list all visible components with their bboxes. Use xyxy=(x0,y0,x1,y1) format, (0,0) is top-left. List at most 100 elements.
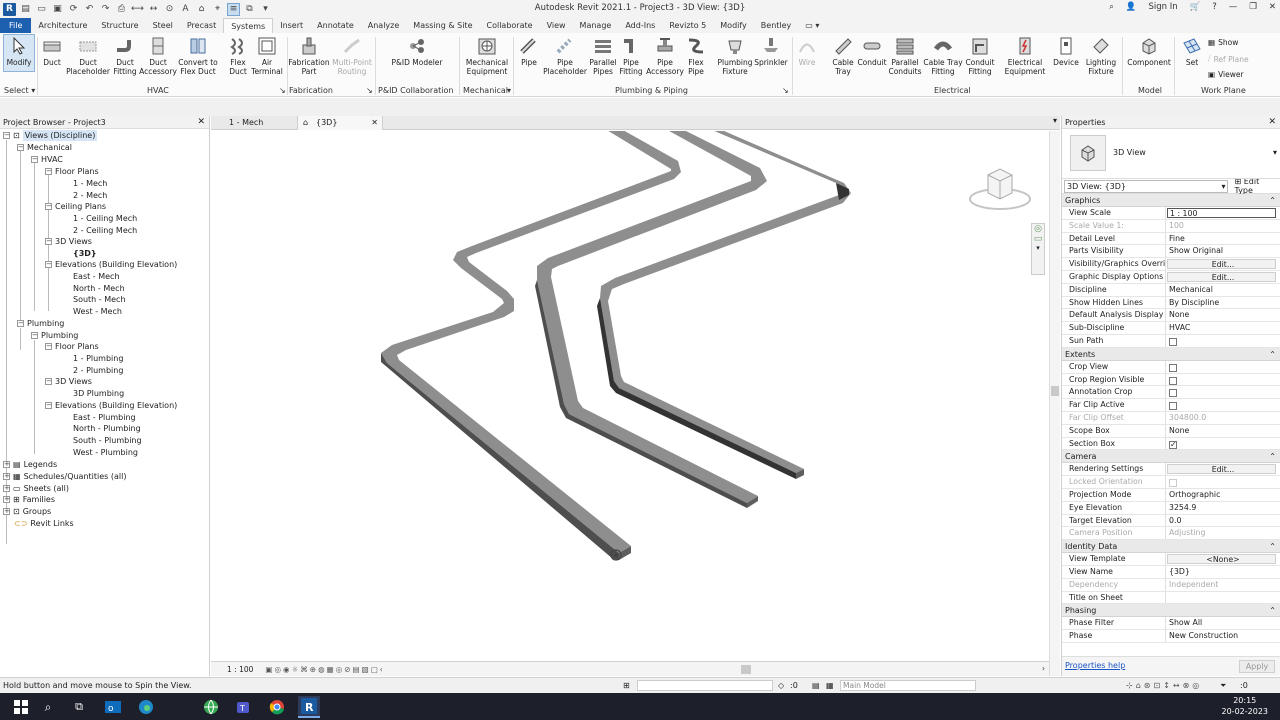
tree-item[interactable]: North - Plumbing xyxy=(73,423,141,434)
edge-icon[interactable] xyxy=(135,696,157,718)
conduit-button[interactable]: Conduit xyxy=(854,35,890,67)
close-tab-icon[interactable]: ✕ xyxy=(371,116,378,130)
modify-button[interactable]: Modify xyxy=(3,34,35,72)
tree-item[interactable]: − ⊡ Views (Discipline) xyxy=(3,130,98,141)
collapse-icon[interactable]: − xyxy=(3,132,10,139)
switch-windows-icon[interactable]: ▾ xyxy=(259,3,272,16)
tree-item[interactable]: North - Mech xyxy=(73,283,125,294)
fabrication-panel-launcher-icon[interactable]: ↘ xyxy=(366,86,373,95)
tree-item[interactable]: − Plumbing xyxy=(17,318,64,329)
scroll-right-icon[interactable]: › xyxy=(1042,664,1045,673)
convert-to-flex-duct-button[interactable]: Convert to Flex Duct xyxy=(177,35,219,76)
annotation-crop-checkbox[interactable] xyxy=(1169,389,1177,398)
select-panel-label[interactable]: Select ▾ xyxy=(4,86,35,95)
lighting-fixture-button[interactable]: Lighting Fixture xyxy=(1083,35,1119,76)
crop-view-checkbox[interactable] xyxy=(1169,363,1177,372)
zoom-icon[interactable]: ▭ xyxy=(1032,234,1044,244)
tree-item[interactable]: South - Mech xyxy=(73,294,126,305)
tree-item[interactable]: 1 - Mech xyxy=(73,178,107,189)
thin-lines-icon[interactable]: ≡ xyxy=(227,2,240,16)
expand-icon[interactable]: + xyxy=(3,496,10,503)
globe-icon[interactable] xyxy=(200,696,222,718)
air-terminal-button[interactable]: Air Terminal xyxy=(249,35,285,76)
collapse-icon[interactable]: − xyxy=(45,378,52,385)
plumbing-fixture-button[interactable]: Plumbing Fixture xyxy=(716,35,754,76)
collapse-icon[interactable]: − xyxy=(45,238,52,245)
tab-view[interactable]: View xyxy=(540,18,573,33)
selection-filters-icons[interactable]: ⊹⌂⊛⊡↕↔⊗◎ xyxy=(1126,678,1202,693)
tab-architecture[interactable]: Architecture xyxy=(31,18,94,33)
view-scale-input[interactable]: 1 : 100 xyxy=(1167,208,1276,218)
duct-accessory-button[interactable]: Duct Accessory xyxy=(139,35,177,76)
print-icon[interactable]: ⎙ xyxy=(115,3,128,16)
collapse-icon[interactable]: − xyxy=(31,332,38,339)
sun-path-checkbox[interactable] xyxy=(1169,337,1177,346)
mechanical-panel-launcher-icon[interactable]: ▾ xyxy=(507,86,511,95)
chrome-icon[interactable] xyxy=(266,696,288,718)
pipe-placeholder-button[interactable]: Pipe Placeholder xyxy=(542,35,588,76)
close-button[interactable]: ✕ xyxy=(1269,2,1276,12)
tree-item[interactable]: −3D Views xyxy=(45,236,92,247)
tree-item[interactable]: 2 - Plumbing xyxy=(73,365,123,376)
tree-item[interactable]: West - Mech xyxy=(73,306,122,317)
tree-item[interactable]: East - Plumbing xyxy=(73,412,136,423)
plumbing-panel-launcher-icon[interactable]: ↘ xyxy=(782,86,789,95)
expand-icon[interactable]: + xyxy=(3,461,10,468)
tab-revizto[interactable]: Revizto 5 xyxy=(662,18,713,33)
group-phasing[interactable]: Phasing xyxy=(1062,604,1280,618)
editing-requests-icon[interactable]: ◇ xyxy=(778,678,784,693)
device-button[interactable]: Device xyxy=(1048,35,1084,67)
steering-wheel-icon[interactable]: ◎ xyxy=(1032,224,1044,234)
scrollbar-thumb[interactable] xyxy=(1051,386,1059,396)
tree-item[interactable]: ⊂⊃ Revit Links xyxy=(14,518,74,529)
tab-1-mech[interactable]: 1 - Mech xyxy=(211,116,297,130)
tab-massing-site[interactable]: Massing & Site xyxy=(406,18,479,33)
revit-logo-icon[interactable]: R xyxy=(3,2,16,16)
minimize-button[interactable]: — xyxy=(1229,2,1238,12)
outlook-icon[interactable]: o xyxy=(102,696,124,718)
help-icon[interactable]: ? xyxy=(1212,2,1217,12)
tab-modify[interactable]: Modify xyxy=(713,18,754,33)
default-3d-view-icon[interactable]: ⌂ xyxy=(195,3,208,16)
sign-in-link[interactable]: Sign In xyxy=(1149,2,1178,12)
tag-icon[interactable]: ⊙ xyxy=(163,3,176,16)
3d-view-canvas[interactable]: ◎ ▭ ▾ xyxy=(211,131,1049,661)
tab-structure[interactable]: Structure xyxy=(94,18,145,33)
redo-icon[interactable]: ↷ xyxy=(99,3,112,16)
tab-bentley[interactable]: Bentley xyxy=(754,18,799,33)
tab-insert[interactable]: Insert xyxy=(273,18,310,33)
design-options-icon[interactable]: ▤ xyxy=(812,678,820,693)
filter-icon[interactable]: ⏷ xyxy=(1220,678,1226,693)
viewcube[interactable] xyxy=(966,161,1036,213)
measure-icon[interactable]: ⟷ xyxy=(131,3,144,16)
component-button[interactable]: Component xyxy=(1127,35,1171,67)
cable-tray-fitting-button[interactable]: Cable Tray Fitting xyxy=(922,35,964,76)
expand-icon[interactable]: + xyxy=(3,473,10,480)
collapse-icon[interactable]: − xyxy=(45,168,52,175)
tree-item[interactable]: + ⊞ Families xyxy=(3,494,55,505)
text-icon[interactable]: A xyxy=(179,3,192,16)
tree-item[interactable]: South - Plumbing xyxy=(73,435,142,446)
collapse-icon[interactable]: − xyxy=(45,343,52,350)
group-camera[interactable]: Camera xyxy=(1062,450,1280,464)
wire-button[interactable]: Wire xyxy=(789,35,825,67)
tree-item[interactable]: − Floor Plans xyxy=(45,341,99,352)
apply-button[interactable]: Apply xyxy=(1239,660,1275,673)
vg-overrides-edit-button[interactable]: Edit... xyxy=(1167,259,1276,269)
user-icon[interactable]: 👤 xyxy=(1126,2,1137,12)
tree-item[interactable]: −3D Views xyxy=(45,376,92,387)
conduit-fitting-button[interactable]: Conduit Fitting xyxy=(962,35,998,76)
tree-item[interactable]: 1 - Plumbing xyxy=(73,353,123,364)
flex-pipe-button[interactable]: Flex Pipe xyxy=(678,35,714,76)
tree-item[interactable]: 3D Plumbing xyxy=(73,388,124,399)
cart-icon[interactable]: 🛒 xyxy=(1190,2,1201,12)
collapse-icon[interactable]: − xyxy=(45,402,52,409)
workset-selector[interactable] xyxy=(637,680,773,691)
tree-item[interactable]: − Mechanical xyxy=(17,142,72,153)
design-options-icon[interactable]: ▦ xyxy=(826,678,834,693)
tree-item[interactable]: − Ceiling Plans xyxy=(45,201,106,212)
tab-steel[interactable]: Steel xyxy=(146,18,180,33)
tree-item[interactable]: 1 - Ceiling Mech xyxy=(73,213,137,224)
ref-plane-button[interactable]: ⧸ Ref Plane xyxy=(1208,54,1249,64)
horizontal-scroll-thumb[interactable] xyxy=(741,665,751,674)
